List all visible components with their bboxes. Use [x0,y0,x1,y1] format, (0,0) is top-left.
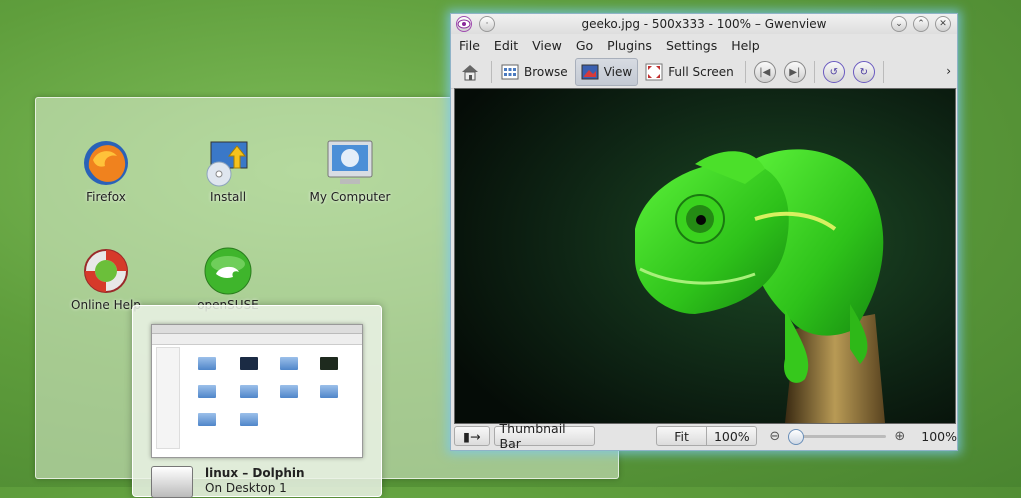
desktop-icon-label: My Computer [309,190,391,204]
menu-plugins[interactable]: Plugins [607,38,652,53]
menu-go[interactable]: Go [576,38,593,53]
status-bar: ▮→ Thumbnail Bar Fit 100% ⊖ ⊕ 100% [451,421,958,451]
desktop-icon-label: Install [209,190,247,204]
zoom-slider[interactable] [788,429,887,445]
firefox-icon [81,138,131,188]
geeko-photo [455,89,955,423]
view-button[interactable]: View [574,58,639,86]
previous-icon[interactable]: |◀ [753,61,776,83]
zoom-100-button[interactable]: 100% [707,426,758,446]
image-viewer[interactable] [454,88,956,424]
window-title: geeko.jpg - 500x333 - 100% – Gwenview [581,17,827,31]
next-icon[interactable]: ▶| [783,61,806,83]
window-titlebar[interactable]: · geeko.jpg - 500x333 - 100% – Gwenview … [451,14,957,34]
view-label: View [603,65,633,79]
desktop-icon-opensuse[interactable]: openSUSE [173,246,283,312]
computer-icon [325,138,375,188]
rotate-left-icon[interactable]: ↺ [822,61,845,83]
menu-file[interactable]: File [459,38,480,53]
view-image-icon [581,64,599,80]
opensuse-icon [203,246,253,296]
fit-label: Fit [674,428,689,444]
zoom-100-label: 100% [713,428,750,444]
desktop-icon-install[interactable]: Install [173,138,283,204]
home-icon [462,65,478,81]
rotate-right-icon[interactable]: ↻ [852,61,875,83]
dolphin-window-thumbnail[interactable] [151,324,363,458]
install-icon [203,138,253,188]
toolbar-overflow-chevron-icon[interactable]: › [946,64,951,78]
zoom-level-label: 100% [921,428,958,444]
lifebuoy-icon [81,246,131,296]
desktop-icon-online-help[interactable]: Online Help [51,246,161,312]
main-toolbar: Browse View Full Screen |◀ ▶| ↺ ↻ › [451,56,957,89]
browse-label: Browse [524,65,568,79]
full-screen-button[interactable]: Full Screen [640,59,739,85]
full-screen-icon [645,63,663,81]
menu-help[interactable]: Help [731,38,760,53]
zoom-out-icon[interactable]: ⊖ [769,429,780,444]
thumbnail-bar-label: Thumbnail Bar [499,421,566,451]
menu-bar: File Edit View Go Plugins Settings Help [451,34,957,56]
desktop-icon-label: Firefox [86,190,126,204]
full-screen-label: Full Screen [668,65,734,79]
gwenview-window[interactable]: · geeko.jpg - 500x333 - 100% – Gwenview … [450,13,958,451]
menu-settings[interactable]: Settings [666,38,717,53]
home-button[interactable] [455,59,485,85]
task-subtitle: On Desktop 1 [205,481,287,495]
thumbnail-bar-button[interactable]: Thumbnail Bar [493,421,596,451]
task-title: linux – Dolphin [205,466,305,480]
task-switcher[interactable]: linux – Dolphin On Desktop 1 [132,305,382,498]
close-icon[interactable]: ✕ [935,16,951,32]
browse-button[interactable]: Browse [496,59,573,85]
zoom-in-icon[interactable]: ⊕ [894,429,905,444]
fit-button[interactable]: Fit [655,426,708,446]
dolphin-app-icon [151,466,193,498]
menu-view[interactable]: View [532,38,562,53]
maximize-icon[interactable]: ⌃ [913,16,929,32]
desktop-icon-my-computer[interactable]: My Computer [295,138,405,204]
sidebar-toggle-icon: ▮→ [463,428,481,444]
minimize-icon[interactable]: ⌄ [891,16,907,32]
menu-edit[interactable]: Edit [494,38,518,53]
browse-grid-icon [501,64,519,80]
desktop-icon-firefox[interactable]: Firefox [51,138,161,204]
toggle-sidebar-button[interactable]: ▮→ [454,426,490,446]
zoom-slider-handle[interactable] [788,429,805,445]
